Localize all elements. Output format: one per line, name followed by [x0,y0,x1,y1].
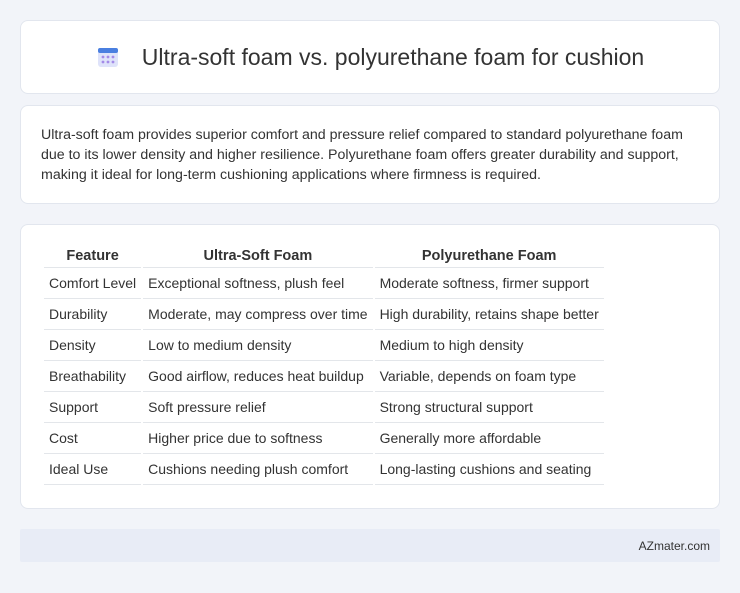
ultra-soft-cell: Exceptional softness, plush feel [143,268,373,299]
feature-cell: Comfort Level [44,268,142,299]
summary-text: Ultra-soft foam provides superior comfor… [41,127,683,183]
table-row: Durability Moderate, may compress over t… [44,299,604,330]
feature-cell: Ideal Use [44,454,142,485]
table-row: Ideal Use Cushions needing plush comfort… [44,454,604,485]
page-title: Ultra-soft foam vs. polyurethane foam fo… [141,43,645,70]
table-row: Support Soft pressure relief Strong stru… [44,392,604,423]
feature-cell: Density [44,330,142,361]
title-card: Ultra-soft foam vs. polyurethane foam fo… [20,20,720,94]
comparison-table-card: Feature Ultra-Soft Foam Polyurethane Foa… [20,224,720,509]
calendar-icon [96,45,120,69]
source-credit: AZmater.com [638,538,710,553]
ultra-soft-cell: Moderate, may compress over time [143,299,373,330]
table-row: Density Low to medium density Medium to … [44,330,604,361]
header-feature: Feature [44,246,142,268]
feature-cell: Breathability [44,361,142,392]
polyurethane-cell: Moderate softness, firmer support [374,268,604,299]
table-row: Comfort Level Exceptional softness, plus… [44,268,604,299]
polyurethane-cell: Variable, depends on foam type [374,361,604,392]
feature-cell: Cost [44,423,142,454]
header-polyurethane-foam: Polyurethane Foam [374,246,604,268]
summary-card: Ultra-soft foam provides superior comfor… [20,105,720,204]
ultra-soft-cell: Low to medium density [143,330,373,361]
footer-bar: AZmater.com [20,529,720,562]
table-header-row: Feature Ultra-Soft Foam Polyurethane Foa… [44,246,604,268]
feature-cell: Durability [44,299,142,330]
ultra-soft-cell: Good airflow, reduces heat buildup [143,361,373,392]
polyurethane-cell: High durability, retains shape better [374,299,604,330]
header-ultra-soft-foam: Ultra-Soft Foam [143,246,373,268]
ultra-soft-cell: Soft pressure relief [143,392,373,423]
polyurethane-cell: Generally more affordable [374,423,604,454]
comparison-table: Feature Ultra-Soft Foam Polyurethane Foa… [42,246,606,485]
ultra-soft-cell: Higher price due to softness [143,423,373,454]
ultra-soft-cell: Cushions needing plush comfort [143,454,373,485]
table-row: Breathability Good airflow, reduces heat… [44,361,604,392]
polyurethane-cell: Long-lasting cushions and seating [374,454,604,485]
table-row: Cost Higher price due to softness Genera… [44,423,604,454]
polyurethane-cell: Medium to high density [374,330,604,361]
polyurethane-cell: Strong structural support [374,392,604,423]
feature-cell: Support [44,392,142,423]
